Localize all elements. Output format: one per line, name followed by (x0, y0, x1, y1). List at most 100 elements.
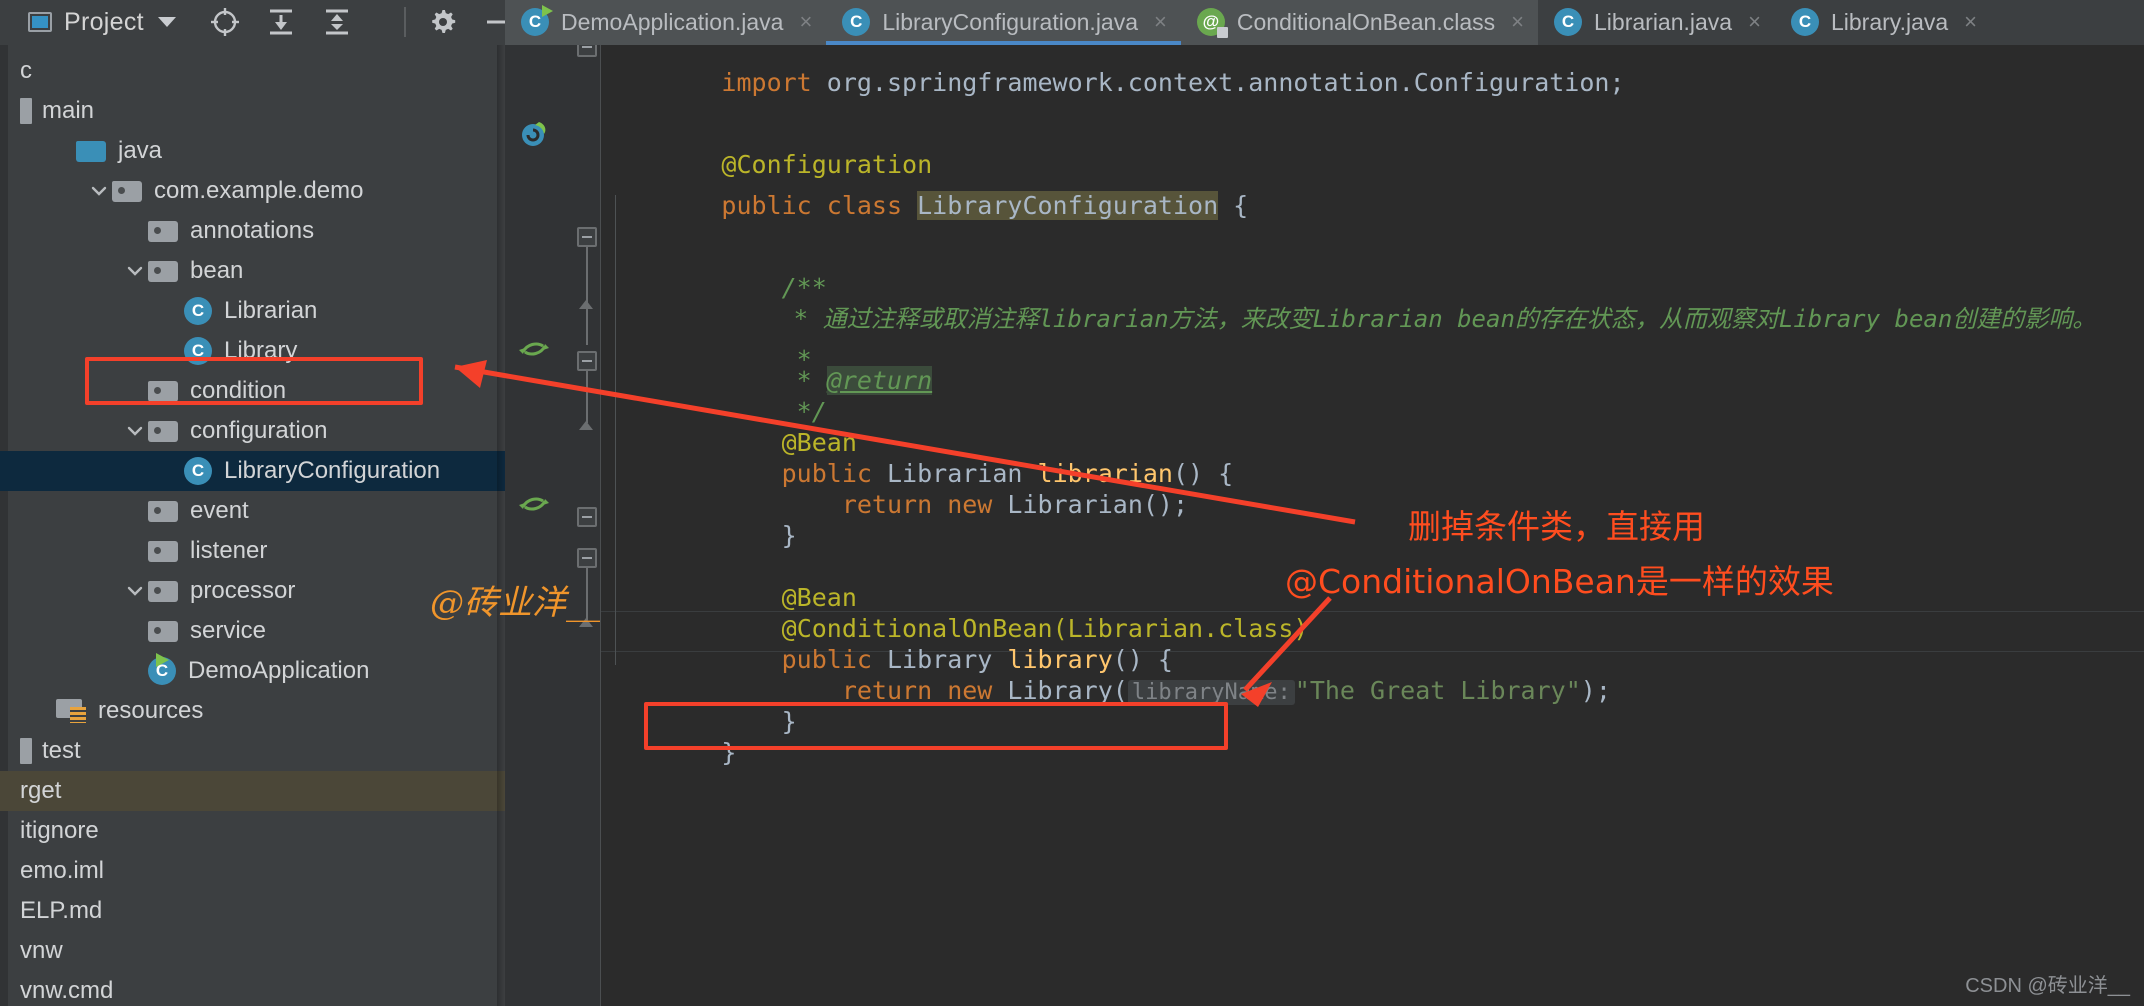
close-icon[interactable]: × (1748, 11, 1761, 33)
spring-bean-gutter-icon-2[interactable] (519, 487, 549, 517)
tree-row-label: vnw.cmd (20, 977, 114, 1004)
java-class-icon: C (184, 297, 212, 325)
tree-row-bean[interactable]: bean (0, 251, 505, 291)
fold-line-method-2 (586, 568, 588, 620)
close-icon[interactable]: × (799, 11, 812, 33)
tree-row-label: c (20, 57, 32, 84)
java-class-icon: C (184, 457, 212, 485)
tree-row-library[interactable]: C Library (0, 331, 505, 371)
tab-conditionalonbean[interactable]: @ ConditionalOnBean.class × (1180, 0, 1539, 45)
chevron-down-icon[interactable] (122, 411, 148, 451)
fold-mark-javadoc[interactable] (577, 227, 597, 247)
spring-bean-gutter-icon-class[interactable] (519, 117, 549, 147)
tree-row-itignore[interactable]: itignore (0, 811, 505, 851)
fold-end-method-1-icon (579, 421, 593, 430)
tab-library[interactable]: C Library.java × (1775, 0, 1991, 45)
tree-row-librarian[interactable]: C Librarian (0, 291, 505, 331)
tab-librarian[interactable]: C Librarian.java × (1538, 0, 1775, 45)
tree-row-label: bean (190, 257, 244, 284)
tree-row-listener[interactable]: listener (0, 531, 505, 571)
chevron-down-icon[interactable] (86, 171, 112, 211)
chevron-down-icon[interactable] (157, 17, 176, 27)
chevron-down-icon[interactable] (122, 251, 148, 291)
spring-bean-gutter-icon-1[interactable] (519, 332, 549, 362)
code-class-brace: { (1218, 191, 1249, 220)
code-import-keyword: import (721, 68, 827, 97)
project-tool-window[interactable]: c main java com.example.demo annotations bean… (0, 45, 505, 1006)
tree-row-label: configuration (190, 417, 328, 444)
tree-row-configuration[interactable]: configuration (0, 411, 505, 451)
expand-all-icon[interactable] (266, 7, 296, 37)
tree-row-annotations[interactable]: annotations (0, 211, 505, 251)
tree-row-libraryconfiguration[interactable]: C LibraryConfiguration (0, 451, 505, 491)
tab-libraryconfiguration[interactable]: C LibraryConfiguration.java × (826, 0, 1181, 45)
tree-row-label: condition (190, 377, 287, 404)
java-class-icon: C (842, 8, 871, 36)
tab-label: LibraryConfiguration.java (882, 8, 1139, 35)
gear-icon[interactable] (428, 7, 458, 37)
tree-row-service[interactable]: service (0, 611, 505, 651)
tree-row-vnw[interactable]: vnw (0, 931, 505, 971)
tree-row-processor[interactable]: processor (0, 571, 505, 611)
tree-row-resources[interactable]: resources (0, 691, 505, 731)
tree-row-label: annotations (190, 217, 315, 244)
tab-demoapplication[interactable]: C DemoApplication.java × (505, 0, 827, 45)
tree-row-emo-iml[interactable]: emo.iml (0, 851, 505, 891)
project-window-icon (28, 12, 52, 32)
tree-row-java[interactable]: java (0, 131, 505, 171)
close-icon[interactable]: × (1964, 11, 1977, 33)
tree-row-condition[interactable]: condition (0, 371, 505, 411)
resources-folder-icon (56, 699, 86, 723)
fold-mark-method-2b[interactable] (577, 548, 597, 568)
tree-row-event[interactable]: event (0, 491, 505, 531)
fold-mark-import[interactable] (577, 45, 597, 57)
module-marker-icon (20, 738, 32, 764)
tree-row-label: processor (190, 577, 296, 604)
tree-row-label: listener (190, 537, 268, 564)
tree-row-label: LibraryConfiguration (224, 457, 441, 484)
tab-label: Library.java (1830, 8, 1949, 35)
tree-row-com-example-demo[interactable]: com.example.demo (0, 171, 505, 211)
locate-target-icon[interactable] (210, 7, 240, 37)
spring-class-icon: C (148, 653, 176, 685)
tree-row-elp-md[interactable]: ELP.md (0, 891, 505, 931)
toolbar-icon-group (210, 7, 514, 37)
project-toolbar: Project (0, 0, 511, 45)
tree-row-main[interactable]: main (0, 91, 505, 131)
tree-row-label: main (42, 97, 95, 124)
tab-label: ConditionalOnBean.class (1236, 8, 1496, 35)
fold-mark-method-1[interactable] (577, 351, 597, 371)
package-folder-icon (148, 619, 178, 643)
ide-window: Project C DemoApplication.java × C Libra… (0, 0, 2144, 1006)
tree-row-label: Library (224, 337, 298, 364)
tab-label: Librarian.java (1594, 8, 1733, 35)
package-folder-icon (148, 539, 178, 563)
tree-row-demoapplication[interactable]: C DemoApplication (0, 651, 505, 691)
package-folder-icon (148, 259, 178, 283)
package-folder-icon (112, 179, 142, 203)
close-icon[interactable]: × (1511, 11, 1524, 33)
top-bar: Project C DemoApplication.java × C Libra… (0, 0, 2144, 45)
java-class-icon: C (184, 337, 212, 365)
fold-mark-method-2a[interactable] (577, 507, 597, 527)
tree-row-vnw-cmd[interactable]: vnw.cmd (0, 971, 505, 1006)
tab-label: DemoApplication.java (561, 8, 784, 35)
code-import-path: org.springframework.context.annotation.C… (826, 68, 1625, 97)
code-content[interactable]: import org.springframework.context.annot… (601, 45, 2144, 1006)
code-class-name: LibraryConfiguration (917, 191, 1219, 220)
chevron-down-icon[interactable] (122, 571, 148, 611)
annotation-readonly-icon: @ (1196, 8, 1228, 38)
package-folder-icon (148, 419, 178, 443)
tree-row-test[interactable]: test (0, 731, 505, 771)
close-icon[interactable]: × (1154, 11, 1167, 33)
tree-row-c[interactable]: c (0, 51, 505, 91)
tree-row-label: com.example.demo (154, 177, 364, 204)
editor-gutter[interactable] (505, 45, 573, 1006)
tree-row-rget[interactable]: rget (0, 771, 505, 811)
code-editor[interactable]: import org.springframework.context.annot… (505, 45, 2144, 1006)
source-folder-icon (76, 139, 106, 163)
project-tree[interactable]: c main java com.example.demo annotations bean… (0, 45, 505, 1006)
module-marker-icon (20, 98, 32, 124)
tree-row-label: itignore (20, 817, 99, 844)
collapse-all-icon[interactable] (322, 7, 352, 37)
